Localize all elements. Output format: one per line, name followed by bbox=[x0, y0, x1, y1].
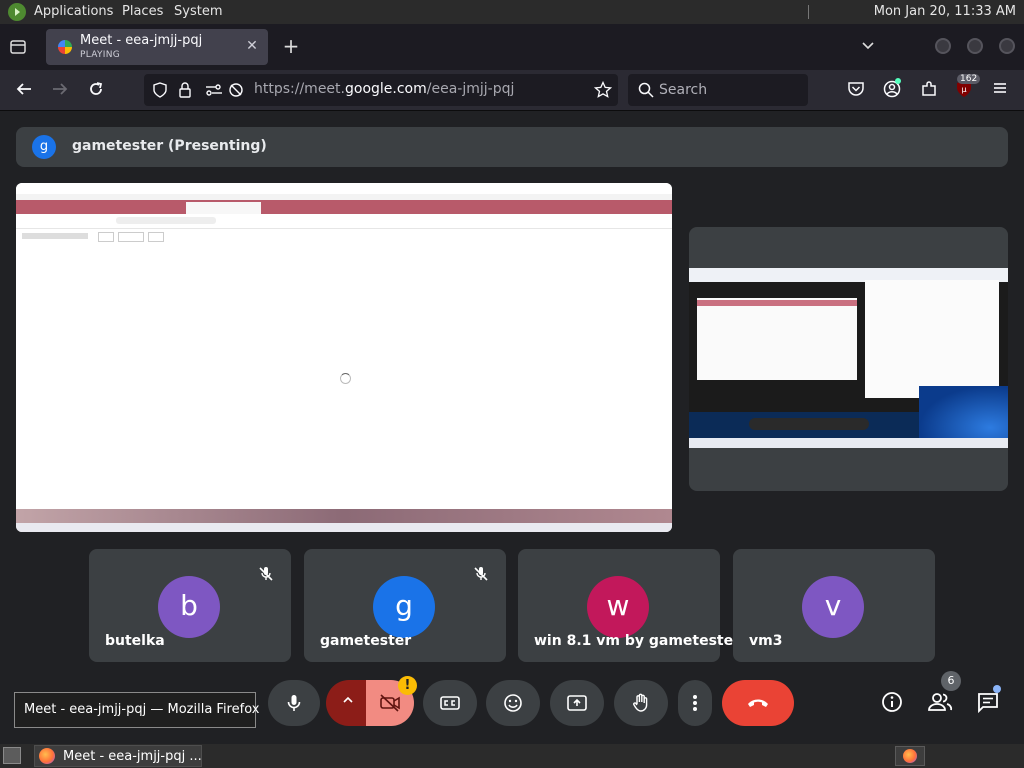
vm-taskbar bbox=[16, 523, 672, 532]
vm-header-text bbox=[22, 233, 88, 239]
back-arrow-icon[interactable] bbox=[13, 80, 35, 100]
preview-vm-window bbox=[697, 298, 857, 380]
maximize-button[interactable] bbox=[967, 38, 983, 54]
search-icon bbox=[638, 82, 654, 102]
raise-hand-button[interactable] bbox=[614, 680, 668, 726]
url-bar[interactable]: https://meet.google.com/eea-jmjj-pqj bbox=[144, 74, 618, 106]
people-icon[interactable] bbox=[927, 690, 953, 714]
screen-share-preview bbox=[689, 268, 1008, 448]
participant-name: gametester bbox=[320, 633, 412, 649]
navigation-toolbar: https://meet.google.com/eea-jmjj-pqj Sea… bbox=[0, 70, 1024, 111]
firefox-icon bbox=[903, 749, 917, 763]
new-tab-button[interactable]: + bbox=[280, 36, 302, 58]
participant-tile[interactable]: g gametester bbox=[304, 549, 506, 662]
preview-dialog bbox=[865, 280, 999, 398]
vm-address-bar bbox=[16, 214, 672, 229]
places-menu[interactable]: Places bbox=[122, 4, 163, 19]
camera-options-button[interactable] bbox=[326, 680, 370, 726]
preview-taskbar bbox=[689, 438, 1008, 448]
participant-count-badge: 6 bbox=[941, 671, 961, 691]
meeting-details-icon[interactable] bbox=[880, 690, 904, 714]
window-tooltip: Meet - eea-jmjj-pqj — Mozilla Firefox bbox=[14, 692, 259, 728]
vm-header-chip bbox=[148, 232, 164, 242]
permissions-icon[interactable] bbox=[204, 82, 224, 102]
meet-favicon-icon bbox=[58, 40, 72, 54]
forward-arrow-icon[interactable] bbox=[49, 80, 71, 100]
warning-icon[interactable]: ! bbox=[398, 676, 417, 695]
gnome-foot-icon[interactable] bbox=[8, 3, 26, 21]
extension-badge: 162 bbox=[957, 74, 981, 84]
participant-tile[interactable]: b butelka bbox=[89, 549, 291, 662]
taskbar-window-button[interactable]: Meet - eea-jmjj-pqj ... bbox=[34, 745, 202, 767]
chevron-down-icon[interactable] bbox=[858, 38, 878, 56]
mic-off-icon bbox=[257, 565, 275, 583]
minimize-button[interactable] bbox=[935, 38, 951, 54]
present-now-button[interactable] bbox=[550, 680, 604, 726]
close-icon[interactable]: ✕ bbox=[244, 38, 260, 54]
svg-text:µ: µ bbox=[961, 85, 966, 94]
vm-url-field bbox=[116, 217, 216, 224]
preview-meet-controls bbox=[749, 418, 869, 430]
participant-avatar: w bbox=[587, 576, 649, 638]
emoji-reactions-button[interactable] bbox=[486, 680, 540, 726]
url-text[interactable]: https://meet.google.com/eea-jmjj-pqj bbox=[254, 81, 514, 97]
presenter-avatar: g bbox=[32, 135, 56, 159]
vm-desktop-strip bbox=[16, 509, 672, 523]
bottom-taskbar: Meet - eea-jmjj-pqj ... bbox=[0, 744, 1024, 768]
tab-title: Meet - eea-jmjj-pqj bbox=[80, 33, 203, 48]
pocket-icon[interactable] bbox=[845, 80, 867, 100]
workspace-switcher[interactable] bbox=[895, 746, 925, 766]
search-bar[interactable]: Search bbox=[628, 74, 808, 106]
firefox-view-icon[interactable] bbox=[8, 38, 30, 56]
vm-active-tab bbox=[186, 202, 261, 214]
vm-tab-strip bbox=[16, 200, 672, 214]
preview-wallpaper-bloom bbox=[919, 386, 1008, 438]
panel-separator bbox=[808, 5, 809, 19]
camera-blocked-icon[interactable] bbox=[228, 82, 244, 102]
participant-name: butelka bbox=[105, 633, 165, 649]
tab-strip: Meet - eea-jmjj-pqj PLAYING ✕ + bbox=[0, 24, 1024, 70]
shield-icon[interactable] bbox=[152, 82, 168, 102]
preview-vm-tabs bbox=[697, 300, 857, 306]
tab-meet[interactable]: Meet - eea-jmjj-pqj PLAYING ✕ bbox=[46, 29, 268, 65]
mic-off-icon bbox=[472, 565, 490, 583]
participant-name: vm3 bbox=[749, 633, 783, 649]
gnome-top-panel: Applications Places System Mon Jan 20, 1… bbox=[0, 0, 1024, 24]
tab-playing-label: PLAYING bbox=[80, 50, 121, 60]
firefox-icon bbox=[39, 748, 55, 764]
account-status-dot bbox=[895, 78, 901, 84]
leave-call-button[interactable] bbox=[722, 680, 794, 726]
presenting-banner: g gametester (Presenting) bbox=[16, 127, 1008, 167]
shared-screen[interactable] bbox=[16, 183, 672, 532]
participant-tile[interactable]: w win 8.1 vm by gametester bbox=[518, 549, 740, 662]
captions-button[interactable] bbox=[423, 680, 477, 726]
applications-menu[interactable]: Applications bbox=[34, 4, 113, 19]
system-menu[interactable]: System bbox=[174, 4, 222, 19]
lock-icon[interactable] bbox=[178, 82, 192, 102]
participant-avatar: b bbox=[158, 576, 220, 638]
participant-tile[interactable]: v vm3 bbox=[733, 549, 935, 662]
microphone-button[interactable] bbox=[268, 680, 320, 726]
more-options-button[interactable] bbox=[678, 680, 712, 726]
close-window-button[interactable] bbox=[999, 38, 1015, 54]
loading-spinner bbox=[340, 373, 351, 384]
taskbar-window-label: Meet - eea-jmjj-pqj ... bbox=[63, 749, 202, 764]
participant-avatar: g bbox=[373, 576, 435, 638]
hamburger-menu-icon[interactable] bbox=[989, 80, 1011, 100]
reload-icon[interactable] bbox=[85, 80, 107, 100]
search-placeholder: Search bbox=[659, 82, 708, 98]
participant-name: win 8.1 vm by gametester bbox=[534, 633, 741, 649]
clock[interactable]: Mon Jan 20, 11:33 AM bbox=[874, 4, 1016, 19]
chat-notification-dot bbox=[993, 685, 1001, 693]
extensions-icon[interactable] bbox=[918, 80, 940, 100]
chat-icon[interactable] bbox=[976, 690, 1000, 714]
vm-header-chip bbox=[118, 232, 144, 242]
bookmark-star-icon[interactable] bbox=[593, 80, 613, 103]
vm-page-header bbox=[16, 229, 672, 243]
presenter-label: gametester (Presenting) bbox=[72, 138, 267, 154]
show-desktop-icon[interactable] bbox=[3, 747, 21, 764]
screen-share-tile[interactable] bbox=[689, 227, 1008, 491]
participant-avatar: v bbox=[802, 576, 864, 638]
vm-header-chip bbox=[98, 232, 114, 242]
